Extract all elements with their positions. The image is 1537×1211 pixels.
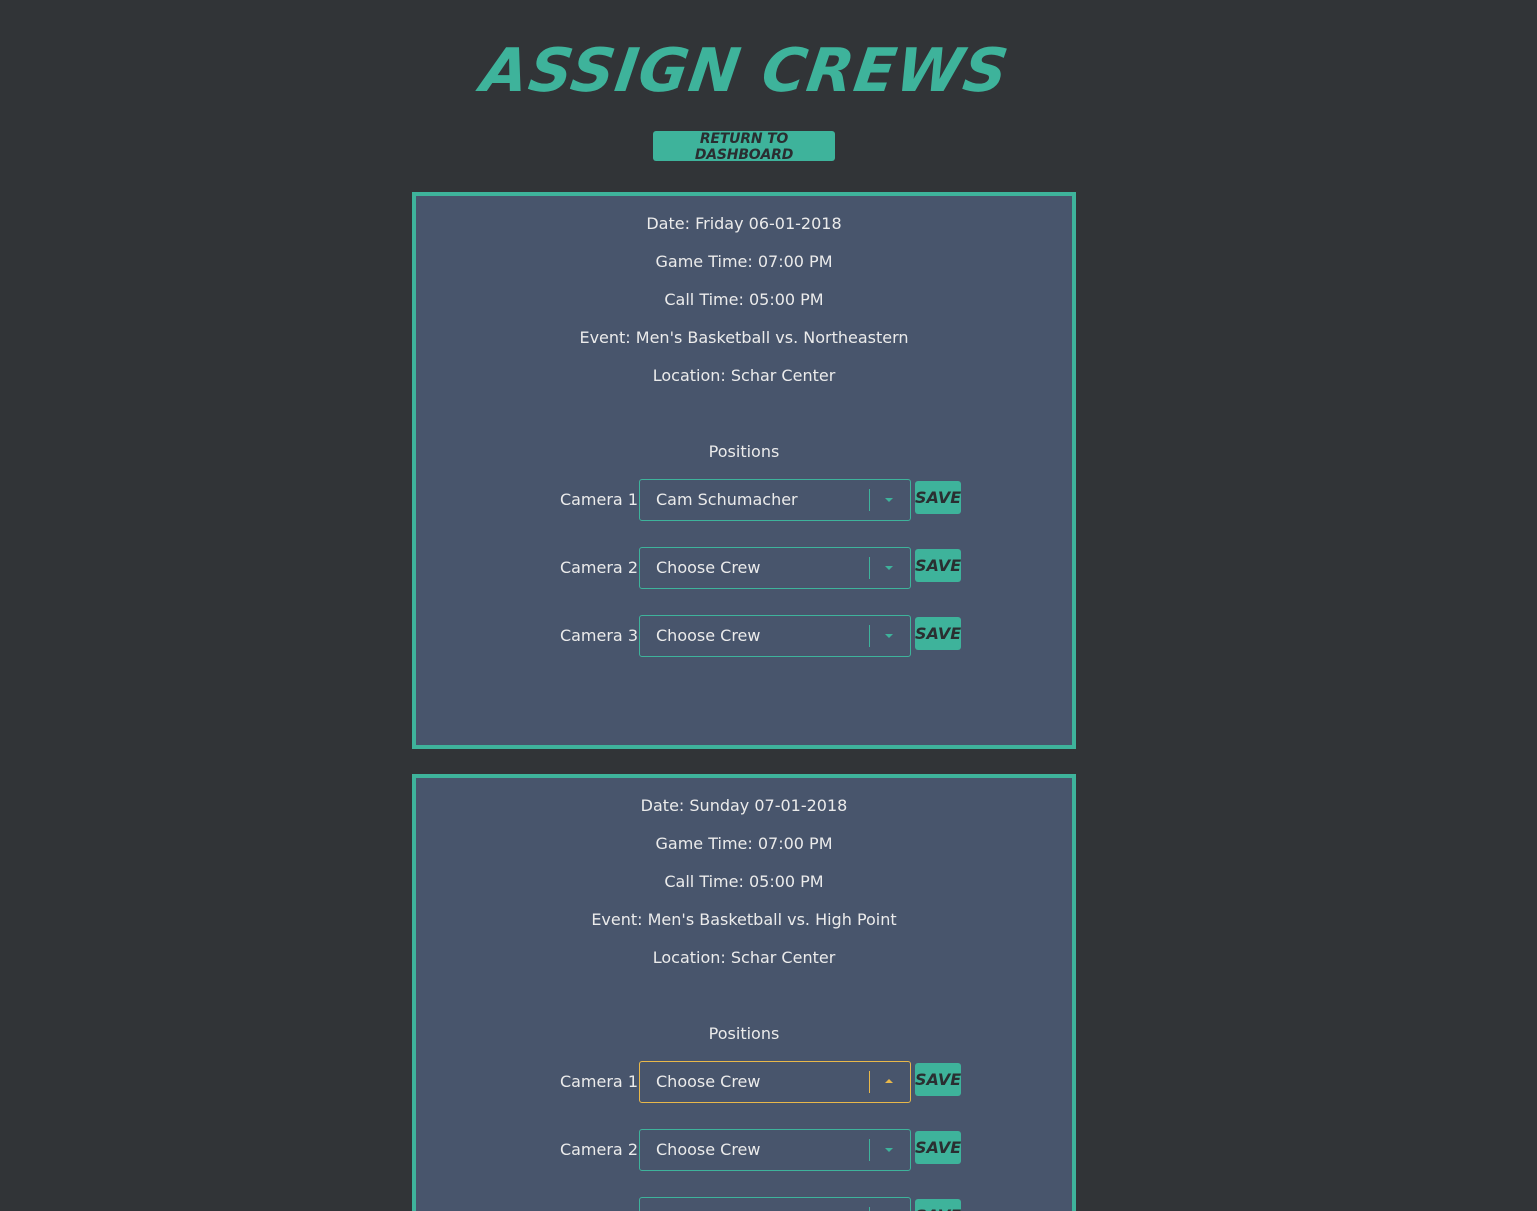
page-title: Assign Crews	[477, 36, 1013, 106]
select-separator	[869, 1139, 870, 1161]
event-name: Event: Men's Basketball vs. High Point	[591, 910, 897, 929]
select-separator	[869, 1071, 870, 1093]
position-label: Camera 3	[516, 1197, 638, 1211]
crew-select[interactable]: Choose Crew	[639, 1061, 911, 1103]
save-button[interactable]: Save	[915, 1199, 961, 1211]
position-row: Camera 2 Choose Crew Save	[416, 547, 1072, 589]
crew-select[interactable]: Choose Crew	[639, 547, 911, 589]
crew-select[interactable]: Choose Crew	[639, 1129, 911, 1171]
event-card: Date: Sunday 07-01-2018 Game Time: 07:00…	[412, 774, 1076, 1211]
crew-select[interactable]: Cam Schumacher	[639, 479, 911, 521]
chevron-down-icon[interactable]	[885, 634, 893, 638]
position-row: Camera 3 Save	[416, 1197, 1072, 1211]
assign-crews-page: Assign Crews Return to Dashboard Date: F…	[0, 0, 1537, 1211]
positions-heading: Positions	[708, 1024, 780, 1043]
crew-select-value: Cam Schumacher	[656, 490, 798, 509]
save-button[interactable]: Save	[915, 1063, 961, 1096]
event-game-time: Game Time: 07:00 PM	[655, 834, 833, 853]
event-game-time: Game Time: 07:00 PM	[655, 252, 833, 271]
event-date: Date: Sunday 07-01-2018	[640, 796, 848, 815]
event-location: Location: Schar Center	[652, 366, 836, 385]
crew-select-value: Choose Crew	[656, 1140, 761, 1159]
save-button[interactable]: Save	[915, 549, 961, 582]
crew-select-value: Choose Crew	[656, 558, 761, 577]
chevron-up-icon[interactable]	[885, 1079, 893, 1083]
select-separator	[869, 1207, 870, 1211]
position-label: Camera 1	[559, 1072, 638, 1091]
chevron-down-icon[interactable]	[885, 1148, 893, 1152]
save-button[interactable]: Save	[915, 1131, 961, 1164]
crew-select-value: Choose Crew	[656, 626, 761, 645]
position-label: Camera 1	[559, 490, 638, 509]
select-separator	[869, 489, 870, 511]
crew-select-value: Choose Crew	[656, 1072, 761, 1091]
event-call-time: Call Time: 05:00 PM	[664, 290, 824, 309]
event-name: Event: Men's Basketball vs. Northeastern	[579, 328, 909, 347]
chevron-down-icon[interactable]	[885, 498, 893, 502]
event-date: Date: Friday 06-01-2018	[646, 214, 842, 233]
select-separator	[869, 625, 870, 647]
crew-select[interactable]: Choose Crew	[639, 615, 911, 657]
select-separator	[869, 557, 870, 579]
event-call-time: Call Time: 05:00 PM	[664, 872, 824, 891]
position-row: Camera 2 Choose Crew Save	[416, 1129, 1072, 1171]
position-row: Camera 3 Choose Crew Save	[416, 615, 1072, 657]
save-button[interactable]: Save	[915, 481, 961, 514]
positions-heading: Positions	[708, 442, 780, 461]
position-label: Camera 3	[559, 626, 638, 645]
position-row: Camera 1 Cam Schumacher Save	[416, 479, 1072, 521]
position-row: Camera 1 Choose Crew Save	[416, 1061, 1072, 1103]
position-label: Camera 2	[559, 1140, 638, 1159]
chevron-down-icon[interactable]	[885, 566, 893, 570]
event-card: Date: Friday 06-01-2018 Game Time: 07:00…	[412, 192, 1076, 749]
position-label: Camera 2	[559, 558, 638, 577]
crew-select[interactable]	[639, 1197, 911, 1211]
event-location: Location: Schar Center	[652, 948, 836, 967]
save-button[interactable]: Save	[915, 617, 961, 650]
return-to-dashboard-button[interactable]: Return to Dashboard	[653, 131, 835, 163]
